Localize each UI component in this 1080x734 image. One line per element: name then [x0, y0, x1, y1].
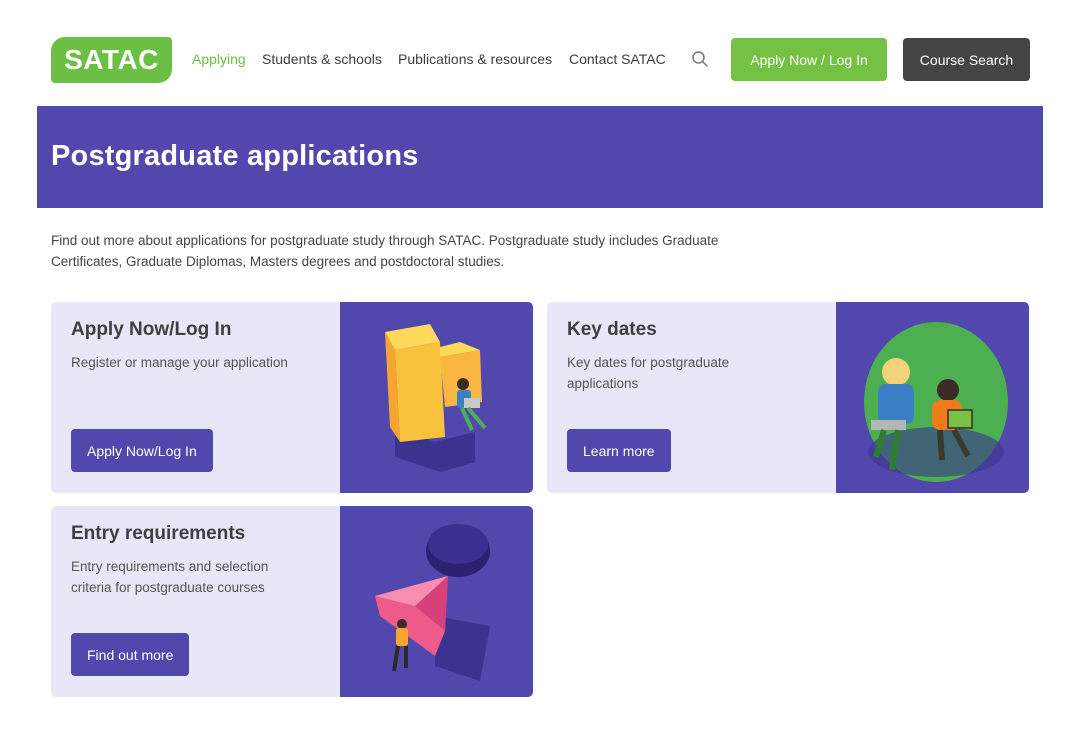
page-title: Postgraduate applications — [51, 140, 419, 172]
card-title: Entry requirements — [71, 523, 246, 544]
site-header: SATAC Applying Students & schools Public… — [0, 0, 1080, 106]
students-illustration — [836, 302, 1029, 493]
search-icon[interactable] — [691, 50, 709, 68]
nav-contact-satac[interactable]: Contact SATAC — [569, 51, 666, 67]
card-entry-requirements: Entry requirements Entry requirements an… — [51, 506, 533, 697]
course-search-button[interactable]: Course Search — [903, 38, 1030, 81]
find-out-more-button[interactable]: Find out more — [71, 633, 190, 676]
shapes-illustration — [340, 506, 533, 697]
satac-logo[interactable]: SATAC — [51, 37, 172, 83]
apply-now-card-button[interactable]: Apply Now/Log In — [71, 429, 213, 472]
card-title: Key dates — [567, 319, 657, 340]
intro-text: Find out more about applications for pos… — [51, 233, 719, 269]
card-title: Apply Now/Log In — [71, 319, 232, 340]
card-apply-now: Apply Now/Log In Register or manage your… — [51, 302, 533, 493]
nav-students-schools[interactable]: Students & schools — [262, 51, 382, 67]
learn-more-button[interactable]: Learn more — [567, 429, 671, 472]
nav-applying[interactable]: Applying — [192, 51, 246, 67]
nav-publications-resources[interactable]: Publications & resources — [398, 51, 552, 67]
card-description: Key dates for postgraduate applications — [567, 355, 730, 391]
card-key-dates: Key dates Key dates for postgraduate app… — [547, 302, 1029, 493]
apply-now-login-button[interactable]: Apply Now / Log In — [731, 38, 887, 81]
logo-text: SATAC — [64, 44, 159, 75]
page-banner: Postgraduate applications — [37, 106, 1043, 208]
card-description: Entry requirements and selection criteri… — [71, 559, 269, 595]
block-illustration — [340, 302, 533, 493]
card-description: Register or manage your application — [71, 355, 288, 370]
